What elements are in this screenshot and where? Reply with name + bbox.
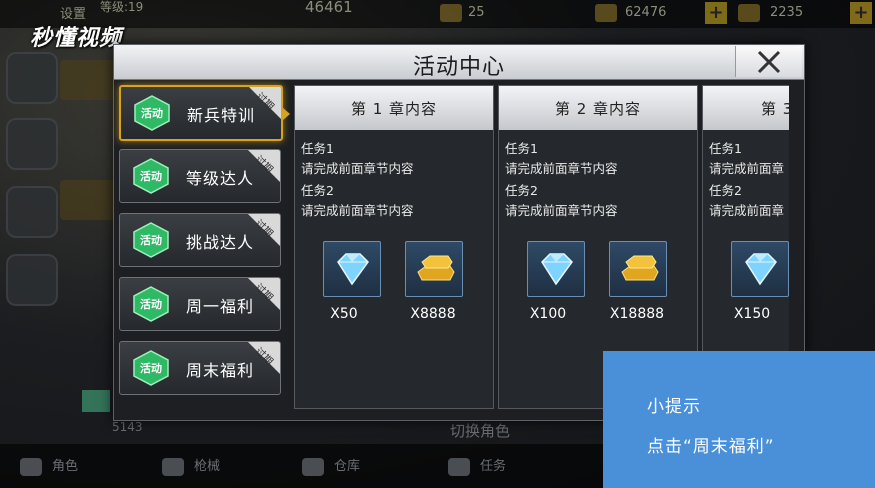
gold-bar-icon — [417, 255, 455, 281]
diamond-icon — [541, 253, 573, 286]
chapter-card-header: 第 3 — [703, 86, 789, 130]
tip-box: 小提示 点击“周末福利” — [603, 351, 875, 488]
task-desc: 请完成前面章 — [709, 161, 785, 176]
diamond-icon — [337, 253, 369, 286]
side-menu-icon[interactable] — [6, 118, 58, 170]
gun-icon[interactable] — [162, 458, 184, 476]
task-desc: 请完成前面章节内容 — [301, 203, 414, 218]
dialog-title: 活动中心 — [412, 55, 505, 80]
chapter-card: 第 1 章内容 任务1 请完成前面章节内容 任务2 请完成前面章节内容 X50 — [294, 85, 494, 409]
level-text: 等级:19 — [100, 0, 144, 14]
task-desc: 请完成前面章 — [709, 203, 785, 218]
currency-1: 25 — [468, 5, 485, 20]
reward-amount: X150 — [733, 306, 771, 322]
add-currency-button-2[interactable]: + — [850, 2, 872, 24]
task-icon[interactable] — [448, 458, 470, 476]
task-desc: 请完成前面章节内容 — [505, 203, 618, 218]
role-icon[interactable] — [20, 458, 42, 476]
reward-amount: X100 — [529, 306, 567, 322]
close-icon — [757, 50, 781, 74]
task-label: 任务1 — [301, 141, 334, 156]
reward-item[interactable] — [527, 241, 585, 297]
side-menu-icon[interactable] — [6, 186, 58, 238]
task-label: 任务2 — [709, 183, 742, 198]
currency-2: 62476 — [625, 5, 667, 20]
currency-3: 2235 — [770, 5, 804, 20]
task-desc: 请完成前面章节内容 — [301, 161, 414, 176]
sidebar-item-recruit-training[interactable]: 活动 新兵特训 过期 — [119, 85, 283, 141]
activity-badge-label: 活动 — [141, 107, 163, 120]
side-vip-icon[interactable] — [6, 52, 58, 104]
tip-title: 小提示 — [647, 397, 701, 417]
bg-gold-decoration — [60, 60, 115, 100]
reward-amount: X8888 — [410, 306, 456, 322]
activity-badge-label: 活动 — [140, 298, 162, 311]
reward-item[interactable] — [323, 241, 381, 297]
bottom-nav-task[interactable]: 任务 — [480, 455, 506, 474]
chapter-title: 第 2 章内容 — [554, 100, 642, 118]
gold-bar-icon — [621, 255, 659, 281]
watermark-logo: 秒懂视频 — [30, 26, 123, 51]
reward-item[interactable] — [609, 241, 667, 297]
diamond-icon — [745, 253, 777, 286]
chapter-card-header: 第 2 章内容 — [499, 86, 697, 130]
bottom-nav-warehouse[interactable]: 仓库 — [334, 455, 360, 474]
dialog-header: 活动中心 — [114, 45, 804, 80]
bottom-nav-gun[interactable]: 枪械 — [194, 455, 220, 474]
close-button[interactable] — [735, 46, 802, 77]
reward-item[interactable] — [405, 241, 463, 297]
sidebar-item-monday-bonus[interactable]: 活动 周一福利 过期 — [119, 277, 281, 331]
activity-badge-label: 活动 — [140, 362, 162, 375]
task-label: 任务1 — [505, 141, 538, 156]
bg-gold-decoration — [60, 180, 115, 220]
sidebar-item-challenge-master[interactable]: 活动 挑战达人 过期 — [119, 213, 281, 267]
diamond-currency-icon — [738, 4, 760, 22]
coin-icon — [440, 4, 462, 22]
task-desc: 请完成前面章节内容 — [505, 161, 618, 176]
chapter-card-header: 第 1 章内容 — [295, 86, 493, 130]
task-label: 任务2 — [505, 183, 538, 198]
score-text: 46461 — [305, 0, 353, 16]
add-currency-button[interactable]: + — [705, 2, 727, 24]
reward-item[interactable] — [731, 241, 789, 297]
sidebar-item-level-master[interactable]: 活动 等级达人 过期 — [119, 149, 281, 203]
gold-icon — [595, 4, 617, 22]
bottom-small-number: 5143 — [112, 420, 143, 434]
task-label: 任务2 — [301, 183, 334, 198]
task-label: 任务1 — [709, 141, 742, 156]
bottom-nav-role[interactable]: 角色 — [52, 455, 78, 474]
tip-text: 点击“周末福利” — [647, 437, 775, 457]
chapter-title: 第 3 — [761, 100, 789, 118]
warehouse-icon[interactable] — [302, 458, 324, 476]
activity-badge-label: 活动 — [140, 234, 162, 247]
sidebar-item-weekend-bonus[interactable]: 活动 周末福利 过期 — [119, 341, 281, 395]
chapter-title: 第 1 章内容 — [350, 100, 438, 118]
bg-green-decoration — [82, 390, 110, 412]
switch-role-label[interactable]: 切换角色 — [450, 420, 510, 441]
side-menu-icon[interactable] — [6, 254, 58, 306]
active-arrow-indicator — [282, 107, 290, 121]
reward-amount: X18888 — [609, 306, 665, 322]
reward-amount: X50 — [330, 306, 358, 322]
activity-badge-label: 活动 — [140, 170, 162, 183]
